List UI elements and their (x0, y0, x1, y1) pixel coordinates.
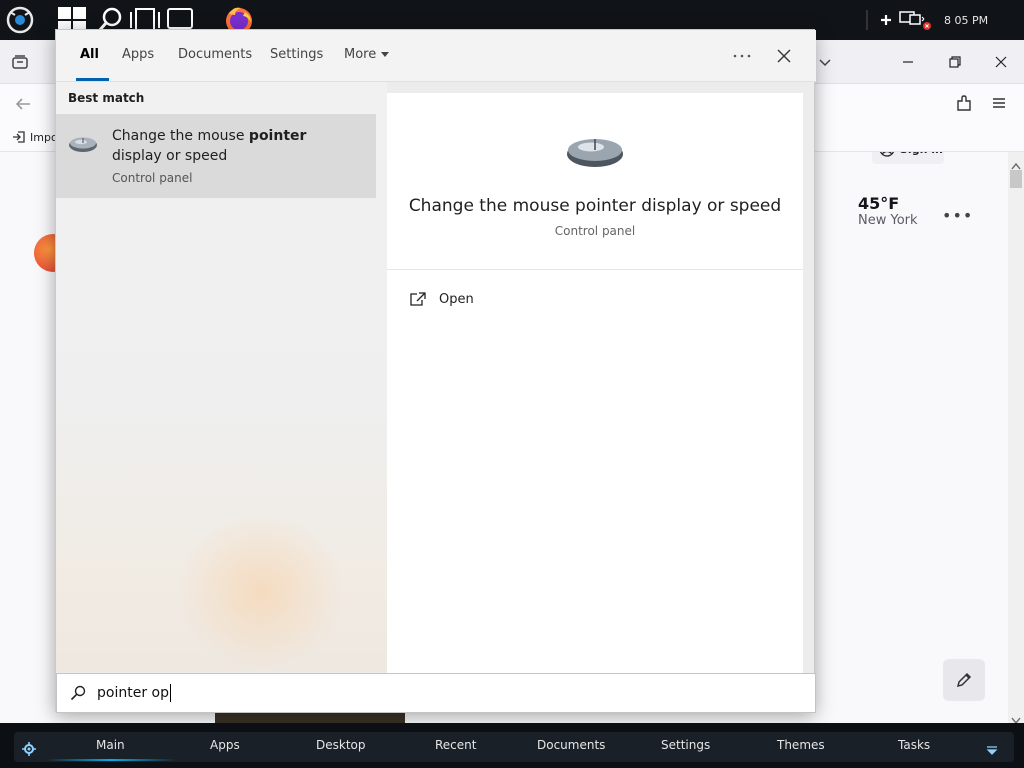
dock-apps[interactable]: Apps (210, 738, 240, 752)
tab-apps[interactable]: Apps (122, 47, 154, 62)
back-icon[interactable] (14, 96, 34, 114)
dock-settings[interactable]: Settings (661, 738, 710, 752)
tray-separator (866, 10, 868, 30)
dock-settings-icon[interactable] (22, 741, 36, 756)
weather-temperature[interactable]: 45°F (858, 194, 899, 213)
search-box-icon (69, 684, 87, 702)
plus-icon[interactable] (878, 4, 894, 36)
dock-strip (14, 732, 1014, 762)
dock-tasks[interactable]: Tasks (898, 738, 930, 752)
open-external-icon (410, 292, 426, 306)
tab-all-underline (76, 78, 109, 81)
tab-overview-icon[interactable] (10, 52, 30, 72)
pencil-icon (956, 672, 972, 688)
best-match-title-suffix: display or speed (112, 148, 228, 164)
mouse-icon (68, 134, 98, 158)
mouse-icon-large (565, 133, 625, 173)
extensions-icon[interactable] (955, 94, 975, 114)
bottom-dock: Main Apps Desktop Recent Documents Setti… (0, 723, 1024, 768)
windows-search-panel: All Apps Documents Settings More Best ma… (55, 29, 816, 713)
bookmark-import-label: Impo (30, 130, 58, 144)
best-match-title-bold: pointer (248, 128, 307, 144)
results-list: Best match Change the mouse pointer disp… (56, 82, 387, 672)
dock-active-indicator (46, 759, 176, 761)
search-tabs: All Apps Documents Settings More (56, 30, 816, 82)
open-action-label: Open (439, 291, 474, 307)
tab-more-label: More (344, 47, 377, 62)
chevron-down-icon (381, 52, 390, 57)
tab-documents[interactable]: Documents (178, 47, 252, 62)
dock-main[interactable]: Main (96, 738, 125, 752)
dock-collapse-icon[interactable] (986, 742, 998, 755)
restore-icon[interactable] (945, 52, 965, 72)
launcher-icon[interactable] (4, 4, 36, 36)
text-caret (169, 684, 171, 702)
close-icon[interactable] (991, 52, 1011, 72)
clock[interactable]: 8 05 PM (944, 14, 988, 27)
dock-themes[interactable]: Themes (777, 738, 825, 752)
minimize-icon[interactable] (898, 52, 918, 72)
best-match-result[interactable]: Change the mouse pointer display or spee… (56, 114, 376, 198)
search-box[interactable]: pointer op (56, 673, 816, 713)
result-detail-pane: Change the mouse pointer display or spee… (387, 93, 803, 673)
best-match-subtitle: Control panel (112, 171, 193, 185)
detail-subtitle: Control panel (554, 224, 636, 238)
network-disconnected-icon[interactable] (898, 4, 932, 36)
best-match-title: Change the mouse pointer display or spee… (112, 126, 352, 166)
tab-more[interactable]: More (344, 47, 390, 62)
scrollbar-thumb[interactable] (1010, 170, 1022, 188)
menu-icon[interactable] (991, 95, 1009, 113)
best-match-heading: Best match (68, 91, 145, 105)
open-action[interactable]: Open (409, 287, 474, 311)
search-query: pointer op (97, 685, 169, 701)
import-icon (13, 131, 25, 143)
scroll-up-arrow-icon[interactable] (1011, 155, 1021, 170)
close-search-icon[interactable] (770, 42, 798, 70)
bookmark-import[interactable]: Impo (12, 130, 58, 144)
tab-list-chevron-icon[interactable] (818, 54, 834, 70)
page-scrollbar[interactable] (1008, 152, 1024, 723)
detail-title: Change the mouse pointer display or spee… (408, 196, 782, 216)
best-match-title-prefix: Change the mouse (112, 128, 249, 144)
customize-button[interactable] (943, 659, 985, 701)
dock-recent[interactable]: Recent (435, 738, 476, 752)
more-options-icon[interactable] (728, 42, 756, 70)
scroll-down-arrow-icon[interactable] (1011, 710, 1021, 725)
dock-documents[interactable]: Documents (537, 738, 605, 752)
detail-divider (387, 269, 803, 270)
tab-settings[interactable]: Settings (270, 47, 323, 62)
dock-desktop[interactable]: Desktop (316, 738, 366, 752)
search-input[interactable]: pointer op (97, 684, 697, 702)
weather-city[interactable]: New York (858, 213, 918, 228)
weather-more-icon[interactable]: ••• (942, 206, 973, 225)
tab-all[interactable]: All (80, 47, 99, 62)
